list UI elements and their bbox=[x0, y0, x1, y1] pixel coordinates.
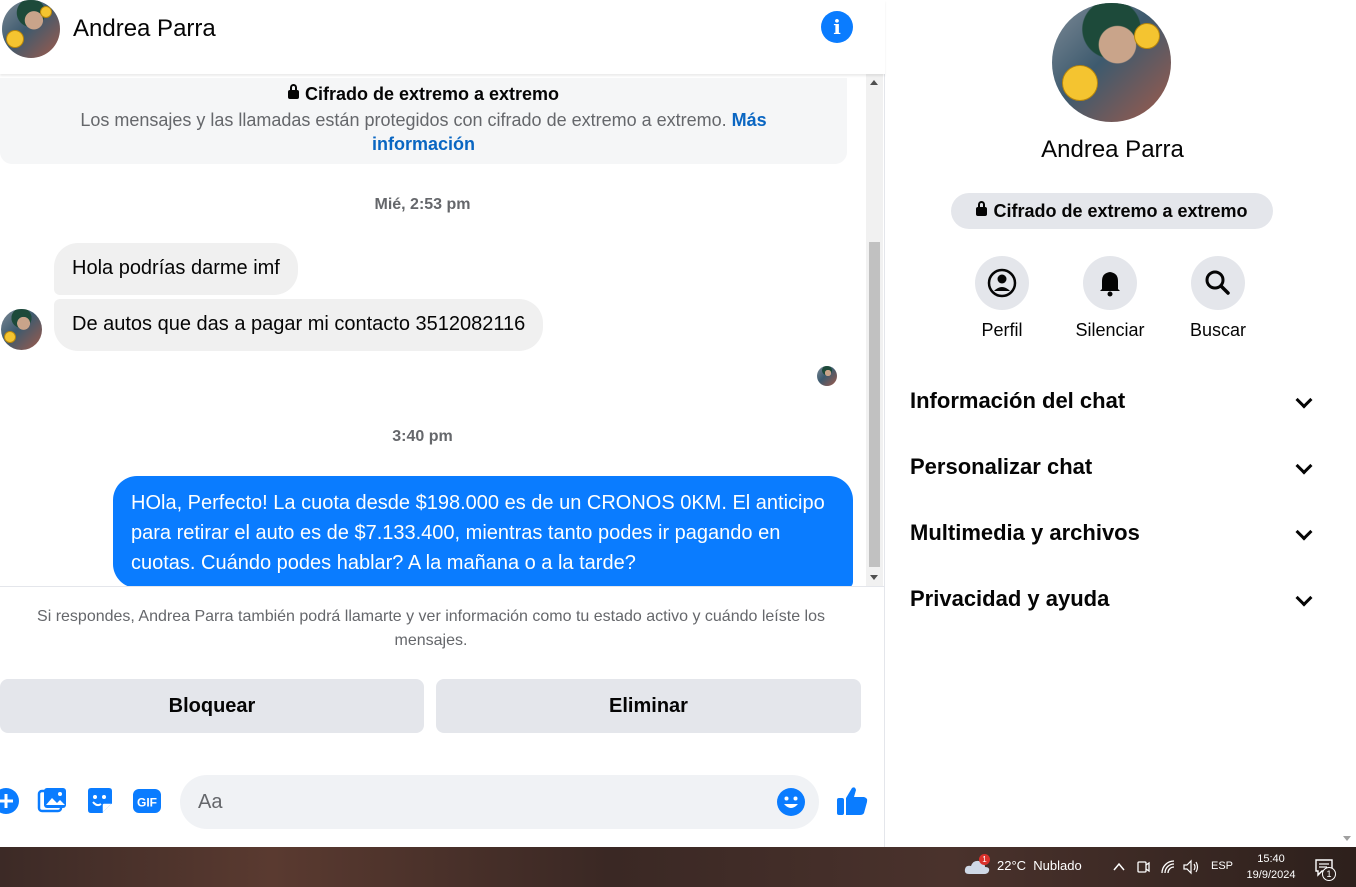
section-privacy-help[interactable]: Privacidad y ayuda bbox=[910, 580, 1316, 620]
scroll-down-arrow-icon[interactable] bbox=[870, 575, 878, 580]
page-scrollbar[interactable] bbox=[1339, 0, 1356, 847]
lock-icon bbox=[287, 84, 299, 99]
emoji-sticker-icon bbox=[40, 6, 52, 18]
emoji-sticker-icon bbox=[4, 331, 16, 343]
seen-receipt-avatar bbox=[817, 366, 837, 386]
mute-action[interactable]: Silenciar bbox=[1065, 256, 1155, 341]
profile-avatar[interactable] bbox=[1052, 3, 1171, 122]
section-label: Personalizar chat bbox=[910, 454, 1093, 479]
search-action[interactable]: Buscar bbox=[1173, 256, 1263, 341]
section-customize-chat[interactable]: Personalizar chat bbox=[910, 448, 1316, 488]
emoji-sticker-icon bbox=[1134, 23, 1160, 49]
message-input-placeholder: Aa bbox=[198, 791, 223, 813]
profile-action[interactable]: Perfil bbox=[957, 256, 1047, 341]
incoming-message[interactable]: Hola podrías darme imf bbox=[54, 243, 298, 295]
system-clock[interactable]: 15:40 19/9/2024 bbox=[1238, 851, 1304, 883]
meet-now-icon[interactable] bbox=[1136, 859, 1150, 875]
incoming-message[interactable]: De autos que das a pagar mi contacto 351… bbox=[54, 299, 544, 351]
block-button[interactable]: Bloquear bbox=[0, 679, 424, 733]
avatar-photo bbox=[1052, 3, 1171, 122]
profile-icon[interactable] bbox=[975, 256, 1029, 310]
message-timestamp: 3:40 pm bbox=[392, 428, 453, 445]
message-scrollbar[interactable] bbox=[866, 74, 883, 586]
emoji-sticker-icon bbox=[1062, 65, 1098, 101]
e2e-badge-text: Cifrado de extremo a extremo bbox=[993, 201, 1248, 221]
thumbs-up-icon[interactable] bbox=[835, 784, 869, 818]
chevron-down-icon bbox=[1295, 523, 1313, 541]
sender-avatar[interactable] bbox=[1, 309, 42, 350]
scroll-up-arrow-icon[interactable] bbox=[870, 80, 878, 85]
message-input[interactable]: Aa bbox=[180, 775, 819, 829]
divider bbox=[0, 586, 885, 587]
contact-name[interactable]: Andrea Parra bbox=[73, 15, 216, 43]
language-indicator[interactable]: ESP bbox=[1211, 860, 1233, 872]
plus-icon[interactable] bbox=[0, 785, 22, 817]
avatar-photo bbox=[817, 366, 837, 386]
message-list: Cifrado de extremo a extremo Los mensaje… bbox=[0, 74, 866, 586]
outgoing-message[interactable]: HOla, Perfecto! La cuota desde $198.000 … bbox=[113, 476, 853, 586]
chevron-up-icon[interactable] bbox=[1113, 862, 1125, 872]
section-label: Multimedia y archivos bbox=[910, 520, 1140, 545]
section-label: Privacidad y ayuda bbox=[910, 586, 1110, 611]
chat-panel: Andrea Parra i Cifrado de extremo a extr… bbox=[0, 0, 885, 847]
reply-notice: Si respondes, Andrea Parra también podrá… bbox=[37, 608, 825, 649]
contact-avatar[interactable] bbox=[2, 0, 60, 58]
delete-button[interactable]: Eliminar bbox=[436, 679, 861, 733]
emoji-sticker-icon bbox=[6, 30, 24, 48]
clock-time: 15:40 bbox=[1257, 853, 1285, 865]
e2e-badge[interactable]: Cifrado de extremo a extremo bbox=[951, 193, 1273, 229]
e2e-notice-title: Cifrado de extremo a extremo bbox=[0, 84, 847, 105]
search-icon[interactable] bbox=[1191, 256, 1245, 310]
gif-label: GIF bbox=[137, 796, 157, 810]
profile-name: Andrea Parra bbox=[1041, 136, 1184, 163]
clock-date: 19/9/2024 bbox=[1246, 869, 1296, 881]
message-timestamp: Mié, 2:53 pm bbox=[374, 196, 471, 213]
section-media-files[interactable]: Multimedia y archivos bbox=[910, 514, 1316, 554]
chat-header: Andrea Parra i bbox=[0, 0, 885, 74]
lock-icon bbox=[976, 201, 988, 216]
weather-alert-badge: 1 bbox=[979, 854, 990, 865]
wifi-icon[interactable] bbox=[1160, 859, 1176, 875]
chevron-down-icon bbox=[1295, 457, 1313, 475]
sticker-icon[interactable] bbox=[84, 785, 116, 817]
e2e-notice-card: Cifrado de extremo a extremo Los mensaje… bbox=[0, 78, 847, 164]
speaker-icon[interactable] bbox=[1182, 859, 1200, 875]
e2e-description: Los mensajes y las llamadas están proteg… bbox=[80, 110, 727, 130]
chevron-down-icon bbox=[1295, 391, 1313, 409]
windows-taskbar: 1 22°C Nublado ESP 15:40 19/9/2024 1 bbox=[0, 847, 1356, 887]
scrollbar-thumb[interactable] bbox=[869, 242, 880, 567]
section-chat-info[interactable]: Información del chat bbox=[910, 382, 1316, 422]
profile-action-label: Perfil bbox=[981, 320, 1023, 340]
scroll-down-arrow-icon[interactable] bbox=[1343, 836, 1351, 841]
mute-action-label: Silenciar bbox=[1075, 320, 1145, 340]
bell-icon[interactable] bbox=[1083, 256, 1137, 310]
emoji-icon[interactable] bbox=[776, 787, 806, 817]
gif-icon[interactable]: GIF bbox=[131, 785, 163, 817]
e2e-title-text: Cifrado de extremo a extremo bbox=[304, 84, 560, 104]
weather-text[interactable]: 22°C Nublado bbox=[997, 858, 1082, 873]
search-action-label: Buscar bbox=[1189, 320, 1247, 340]
avatar-photo bbox=[1, 309, 42, 350]
notification-count-badge: 1 bbox=[1322, 867, 1336, 881]
e2e-notice-text: Los mensajes y las llamadas están proteg… bbox=[40, 108, 807, 156]
messenger-window: Andrea Parra i Cifrado de extremo a extr… bbox=[0, 0, 1356, 847]
chevron-down-icon bbox=[1295, 589, 1313, 607]
section-label: Información del chat bbox=[910, 388, 1126, 413]
info-icon[interactable]: i bbox=[821, 11, 853, 43]
chat-details-panel: Andrea Parra Cifrado de extremo a extrem… bbox=[886, 0, 1339, 847]
photo-icon[interactable] bbox=[36, 785, 68, 817]
